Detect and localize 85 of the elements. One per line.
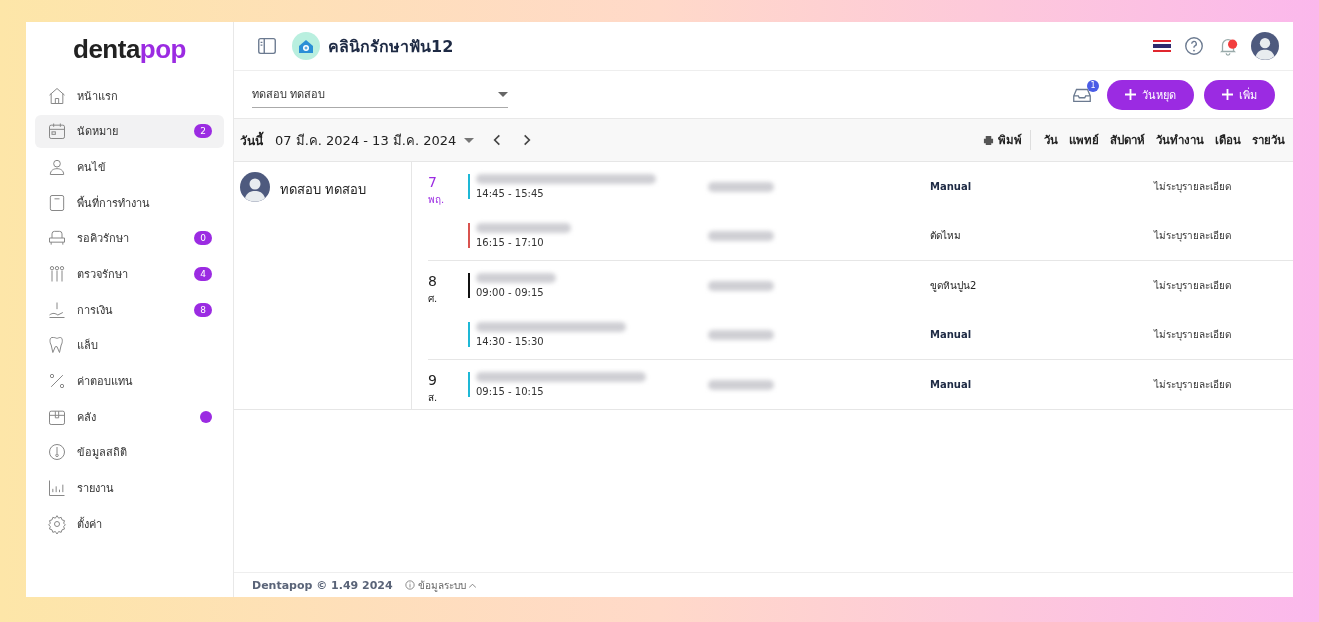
treatment-type: Manual xyxy=(930,181,973,192)
home-icon xyxy=(47,85,67,106)
redacted-phone xyxy=(708,329,774,340)
sidebar-item[interactable]: ค่าตอบแทน xyxy=(35,364,224,398)
count-badge: 2 xyxy=(194,124,212,139)
dentapop-logo: dentapop xyxy=(73,34,186,65)
sidebar-item[interactable]: การเงิน 8 xyxy=(35,293,224,327)
system-info-link[interactable]: ข้อมูลระบบ xyxy=(404,577,476,593)
appointment-card[interactable]: 09:15 - 10:15 xyxy=(468,372,696,397)
info-icon xyxy=(404,580,415,590)
weekday-label: ส. xyxy=(428,391,439,405)
thai-flag-icon[interactable] xyxy=(1153,40,1171,52)
doctor-name: ทดสอบ ทดสอบ xyxy=(280,181,367,199)
appointment-detail: ไม่ระบุรายละเอียด xyxy=(1154,180,1231,194)
sidebar-item[interactable]: คลัง xyxy=(35,400,224,434)
caret-icon xyxy=(498,91,508,97)
sidebar-item[interactable]: รายงาน xyxy=(35,471,224,505)
version-text: Dentapop © 1.49 2024 xyxy=(252,578,393,592)
redacted-phone xyxy=(708,230,774,241)
treatment-type: ขูดหินปูน2 xyxy=(930,279,978,293)
appointment-detail: ไม่ระบุรายละเอียด xyxy=(1154,279,1231,293)
inbox-count-badge: 1 xyxy=(1087,79,1099,92)
appointment-detail: ไม่ระบุรายละเอียด xyxy=(1154,229,1231,243)
sidebar-item[interactable]: รอคิวรักษา 0 xyxy=(35,221,224,255)
doctor-avatar xyxy=(240,172,270,202)
sidebar-item[interactable]: นัดหมาย 2 xyxy=(35,114,224,148)
treatment-type: Manual xyxy=(930,379,973,390)
sidebar-item[interactable]: แล็บ xyxy=(35,328,224,362)
doctor-select[interactable]: ทดสอบ ทดสอบ xyxy=(252,81,508,108)
count-badge: 0 xyxy=(194,231,212,246)
add-button[interactable]: เพิ่ม xyxy=(1204,79,1275,110)
plus-icon xyxy=(1222,89,1233,100)
appointment-time: 16:15 - 17:10 xyxy=(476,237,545,248)
plus-icon xyxy=(1125,89,1136,100)
count-badge: 8 xyxy=(194,302,212,317)
calendar-icon xyxy=(47,121,67,142)
redacted-phone xyxy=(708,280,774,291)
treatment-type: Manual xyxy=(930,329,973,340)
user-avatar[interactable] xyxy=(1251,32,1279,60)
settings-icon xyxy=(47,513,67,534)
view-tab[interactable]: วัน xyxy=(1044,131,1058,149)
weekday-label: ศ. xyxy=(428,292,439,306)
caret-up-icon xyxy=(468,582,476,588)
sidebar-toggle-icon[interactable] xyxy=(256,35,278,57)
appointment-card[interactable]: 09:00 - 09:15 xyxy=(468,273,696,298)
help-icon[interactable] xyxy=(1183,35,1205,57)
treatment-type: ตัดไหม xyxy=(930,229,962,243)
weekday-label: พฤ. xyxy=(428,193,446,207)
appointment-card[interactable]: 14:45 - 15:45 xyxy=(468,174,696,199)
caret-icon xyxy=(464,137,475,143)
today-button[interactable]: วันนี้ xyxy=(240,130,263,150)
printer-icon xyxy=(983,134,994,146)
sidebar-item[interactable]: ตรวจรักษา 4 xyxy=(35,257,224,291)
day-number: 8 xyxy=(428,273,438,289)
view-tab[interactable]: แพทย์ xyxy=(1069,131,1099,149)
sidebar-item[interactable]: คนไข้ xyxy=(35,150,224,184)
sidebar-item[interactable]: หน้าแรก xyxy=(35,79,224,112)
redacted-phone xyxy=(708,379,774,390)
dental-tools-icon xyxy=(47,263,67,284)
day-number: 9 xyxy=(428,372,438,388)
view-tab[interactable]: วันทำงาน xyxy=(1156,131,1204,149)
appointment-time: 09:00 - 09:15 xyxy=(476,287,545,298)
appointment-time: 14:30 - 15:30 xyxy=(476,336,545,347)
appointment-card[interactable]: 16:15 - 17:10 xyxy=(468,223,696,248)
holiday-button[interactable]: วันหยุด xyxy=(1107,79,1194,110)
appointment-card[interactable]: 14:30 - 15:30 xyxy=(468,322,696,347)
print-button[interactable]: พิมพ์ xyxy=(983,131,1022,149)
clinic-house-icon xyxy=(292,32,320,60)
appointment-detail: ไม่ระบุรายละเอียด xyxy=(1154,378,1231,392)
day-number: 7 xyxy=(428,174,438,190)
view-tab[interactable]: สัปดาห์ xyxy=(1110,131,1145,149)
count-badge: 4 xyxy=(194,266,212,281)
sidebar-item[interactable]: ข้อมูลสถิติ xyxy=(35,435,224,469)
view-tab[interactable]: เดือน xyxy=(1215,131,1241,149)
bar-chart-icon xyxy=(47,478,67,499)
sidebar-item[interactable]: ตั้งค่า xyxy=(35,507,224,541)
appointment-time: 14:45 - 15:45 xyxy=(476,188,545,199)
date-range-picker[interactable]: 07 มี.ค. 2024 - 13 มี.ค. 2024 xyxy=(275,129,475,151)
percent-icon xyxy=(47,371,67,391)
sidebar-item[interactable]: พื้นที่การทำงาน xyxy=(35,186,224,220)
redacted-phone xyxy=(708,181,774,192)
appointment-detail: ไม่ระบุรายละเอียด xyxy=(1154,328,1231,342)
view-tab[interactable]: รายวัน xyxy=(1252,131,1285,149)
appointment-time: 09:15 - 10:15 xyxy=(476,386,545,397)
clinic-name: คลินิกรักษาฟัน12 xyxy=(328,35,454,58)
